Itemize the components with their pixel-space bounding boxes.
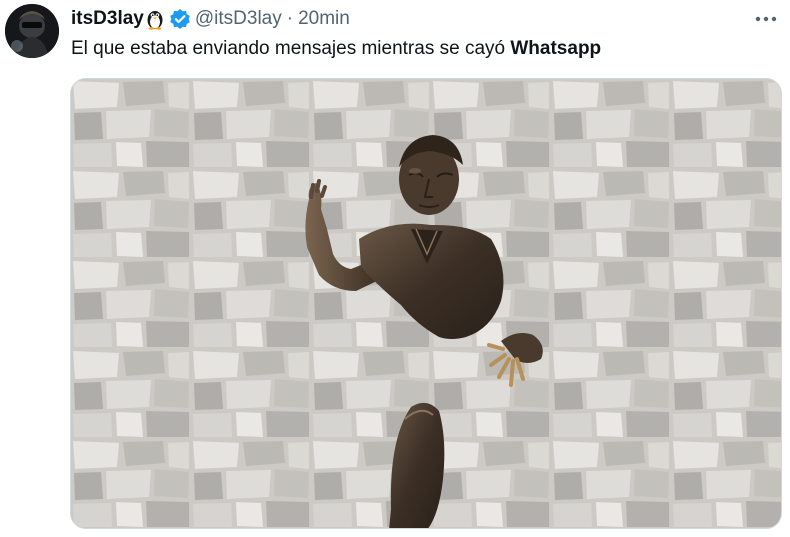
- tweet: itsD3lay @itsD3lay · 20min El que estaba…: [0, 0, 790, 537]
- display-name[interactable]: itsD3lay: [71, 6, 144, 32]
- more-options-button[interactable]: [752, 6, 780, 30]
- user-handle[interactable]: @itsD3lay: [195, 6, 282, 32]
- tweet-text-main: El que estaba enviando mensajes mientras…: [71, 38, 511, 59]
- tweet-header: itsD3lay @itsD3lay · 20min: [71, 6, 770, 32]
- avatar[interactable]: [5, 4, 59, 58]
- more-options-icon: [755, 9, 777, 27]
- timestamp[interactable]: 20min: [298, 6, 350, 32]
- tweet-media-image[interactable]: [70, 78, 782, 529]
- penguin-icon: [145, 8, 165, 30]
- tweet-text: El que estaba enviando mensajes mientras…: [71, 36, 770, 62]
- verified-badge-icon: [169, 8, 191, 30]
- tweet-text-bold: Whatsapp: [510, 38, 602, 59]
- separator-dot: ·: [286, 8, 294, 29]
